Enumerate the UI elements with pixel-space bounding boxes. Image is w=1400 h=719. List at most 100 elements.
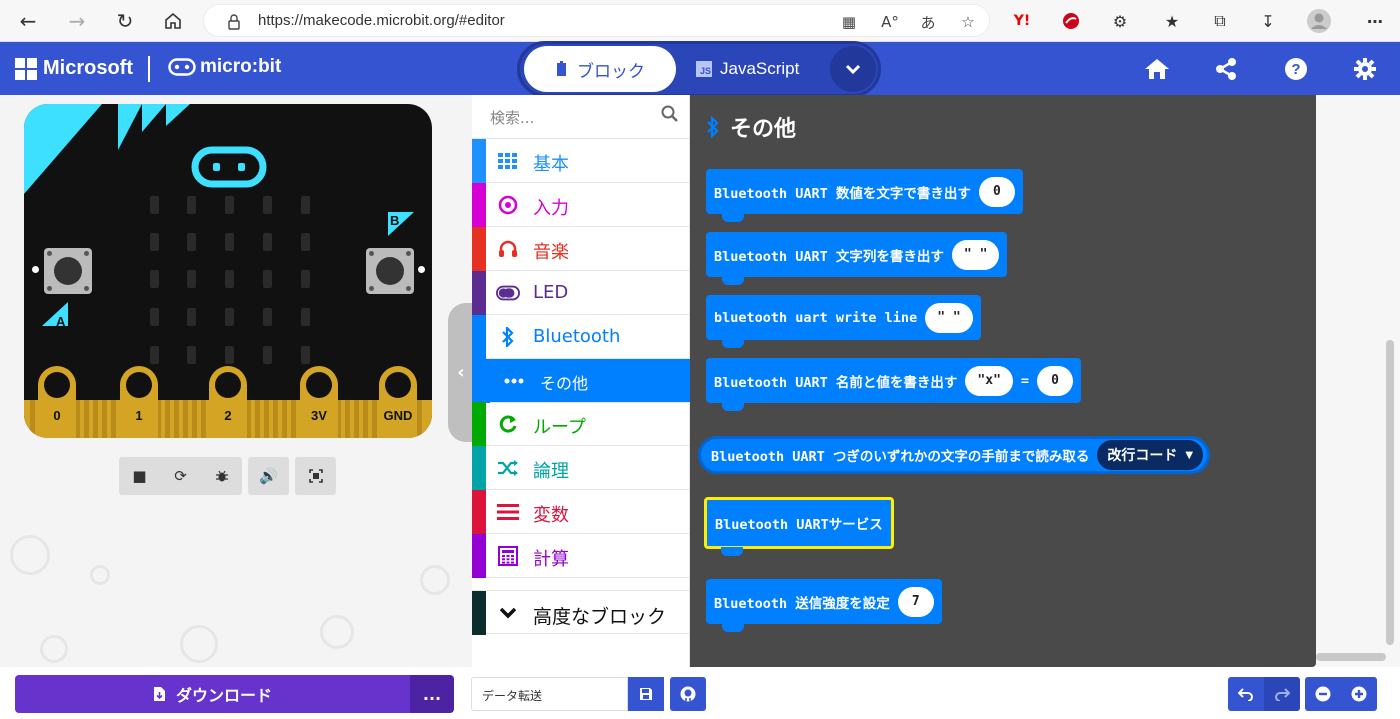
toolbox-category-loop[interactable]: ループ (472, 402, 690, 446)
pin-hole (306, 372, 332, 398)
button-b[interactable] (366, 248, 414, 294)
back-icon[interactable]: ← (13, 6, 43, 36)
string-slot[interactable]: " " (951, 239, 1000, 270)
led-cell (263, 270, 272, 288)
url-text[interactable]: https://makecode.microbit.org/#editor (258, 12, 505, 29)
settings-gear-icon[interactable] (1350, 54, 1380, 84)
flyout-header: その他 (706, 111, 796, 143)
string-slot[interactable]: " " (925, 302, 973, 333)
led-cell (225, 196, 234, 214)
search-icon[interactable] (661, 105, 678, 127)
forward-icon[interactable]: → (62, 6, 92, 36)
toolbox-search[interactable]: 検索... (472, 95, 690, 139)
downloads-icon[interactable]: ↧ (1253, 6, 1283, 36)
category-label: ループ (533, 417, 586, 438)
pin-3v[interactable] (300, 366, 338, 438)
category-color-bar (472, 446, 486, 490)
toolbox-category-target[interactable]: 入力 (472, 183, 690, 227)
category-color-bar (472, 227, 486, 271)
collections-icon[interactable]: ⧉ (1205, 6, 1235, 36)
button-a[interactable] (44, 248, 92, 294)
value-slot[interactable]: 0 (1037, 365, 1074, 396)
search-input[interactable]: 検索... (490, 107, 534, 128)
pin-1[interactable] (120, 366, 158, 438)
block-uart-write-number[interactable]: Bluetooth UART 数値を文字で書き出す 0 (706, 169, 1023, 222)
background-pattern (320, 615, 354, 649)
pin-2[interactable] (209, 366, 247, 438)
stop-icon[interactable]: ■ (119, 457, 160, 495)
tab-blocks[interactable]: ブロック (524, 46, 676, 92)
toolbox-category-shuffle[interactable]: 論理 (472, 446, 690, 490)
save-button[interactable] (628, 677, 664, 711)
collapse-simulator-button[interactable]: ‹ (448, 303, 474, 442)
extensions-icon[interactable]: ⚙ (1105, 6, 1135, 36)
github-button[interactable] (670, 677, 706, 711)
favorites-icon[interactable]: ★ (1157, 6, 1187, 36)
microsoft-squares-icon (15, 57, 37, 80)
share-icon[interactable] (1211, 54, 1241, 84)
home-icon[interactable] (158, 6, 188, 36)
number-slot[interactable]: 0 (978, 176, 1015, 207)
toolbox-category-bluetooth[interactable]: Bluetooth (472, 315, 690, 359)
zoom-in-button[interactable] (1341, 677, 1377, 711)
block-uart-write-line[interactable]: bluetooth uart write line " " (706, 295, 981, 348)
toolbox-category-more[interactable]: その他 (472, 359, 690, 403)
lines-icon (496, 500, 520, 524)
read-aloud-icon[interactable]: A° (878, 10, 902, 34)
delimiter-dropdown[interactable]: 改行コード ▼ (1097, 440, 1204, 470)
led-cell (225, 270, 234, 288)
toolbox-category-calculator[interactable]: 計算 (472, 534, 690, 578)
fullscreen-icon[interactable] (295, 457, 336, 495)
name-slot[interactable]: "x" (965, 365, 1013, 396)
download-button[interactable]: ダウンロード (15, 675, 410, 713)
translate-icon[interactable]: あ (916, 10, 940, 34)
block-set-transmit-power[interactable]: Bluetooth 送信強度を設定 7 (706, 579, 942, 632)
security-extension-icon[interactable] (1056, 6, 1086, 36)
led-cell (225, 233, 234, 251)
browser-toolbar: ← → ↻ https://makecode.microbit.org/#edi… (0, 0, 1400, 42)
workspace-background (1316, 95, 1400, 667)
toolbox-category-chevron-down[interactable]: 高度なブロック (472, 590, 690, 635)
background-pattern (90, 565, 110, 585)
lock-icon[interactable] (222, 10, 246, 34)
undo-button[interactable] (1228, 677, 1264, 711)
redo-button[interactable] (1264, 677, 1300, 711)
restart-icon[interactable]: ⟳ (160, 457, 201, 495)
microbit-brand: micro:bit (200, 56, 282, 77)
editor-menu-button[interactable] (830, 46, 876, 92)
address-bar[interactable]: https://makecode.microbit.org/#editor ▦ … (203, 4, 990, 37)
horizontal-scrollbar[interactable] (1316, 653, 1386, 661)
download-more-button[interactable]: ... (410, 675, 454, 713)
block-uart-read-until[interactable]: Bluetooth UART つぎのいずれかの文字の手前まで読み取る 改行コード… (698, 436, 1211, 474)
category-label: 変数 (533, 505, 569, 526)
apps-icon[interactable]: ▦ (837, 10, 861, 34)
zoom-out-button[interactable] (1305, 677, 1341, 711)
favorite-add-icon[interactable]: ☆ (956, 10, 980, 34)
block-uart-write-value[interactable]: Bluetooth UART 名前と値を書き出す "x" = 0 (706, 358, 1082, 411)
toolbox-category-headphones[interactable]: 音楽 (472, 227, 690, 271)
project-name-input[interactable]: データ転送 (471, 677, 628, 711)
toolbox-category-grid[interactable]: 基本 (472, 139, 690, 183)
debug-bug-icon[interactable] (201, 457, 242, 495)
reload-icon[interactable]: ↻ (110, 6, 140, 36)
toolbox-category-lines[interactable]: 変数 (472, 490, 690, 534)
pin-0[interactable] (38, 366, 76, 438)
block-uart-write-string[interactable]: Bluetooth UART 文字列を書き出す " " (706, 232, 1008, 285)
help-icon[interactable]: ? (1281, 54, 1311, 84)
block-uart-service[interactable]: Bluetooth UARTサービス (704, 497, 894, 556)
toolbox-category-toggle[interactable]: LED (472, 271, 690, 315)
settings-more-icon[interactable]: ⋯ (1360, 6, 1390, 36)
pin-gnd[interactable] (379, 366, 417, 438)
number-slot[interactable]: 7 (897, 586, 934, 617)
home-icon[interactable] (1142, 54, 1172, 84)
yahoo-extension-icon[interactable]: Y! (1007, 6, 1037, 36)
tab-javascript[interactable]: JS JavaScript (696, 46, 826, 92)
profile-icon[interactable] (1304, 6, 1334, 36)
corner-decoration (24, 104, 190, 194)
category-color-bar (472, 139, 486, 183)
microsoft-logo[interactable]: Microsoft (15, 57, 133, 80)
category-color-bar (472, 271, 486, 315)
microbit-logo[interactable]: micro:bit (168, 56, 281, 78)
volume-icon[interactable]: 🔊 (248, 457, 289, 495)
vertical-scrollbar[interactable] (1386, 340, 1394, 645)
